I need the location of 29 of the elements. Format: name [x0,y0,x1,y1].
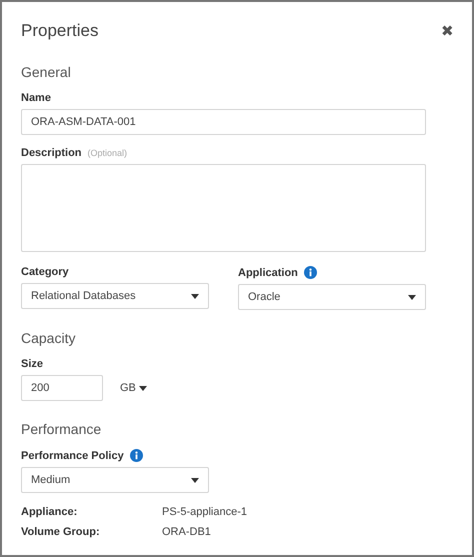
caret-icon [191,478,199,482]
description-field[interactable] [21,164,426,252]
application-dropdown[interactable]: Oracle [238,284,426,310]
field-label: Category [21,266,70,278]
policy-dropdown[interactable]: Medium [21,467,209,493]
field-label: Description [21,147,82,159]
optional-hint: (Optional) [88,148,128,158]
detail-value: PS-5-appliance-1 [162,506,248,518]
name-field[interactable]: ORA-ASM-DATA-001 [21,109,426,135]
field-label: Application [238,266,298,278]
detail-value: ORA-DB1 [162,526,212,538]
category-dropdown[interactable]: Relational Databases [21,283,209,309]
info-icon[interactable] [130,449,143,462]
caret-icon [138,386,147,390]
field-label: Size [21,358,44,370]
section-heading: General [21,64,72,80]
field-label: Name [21,92,52,104]
info-icon[interactable] [304,266,317,279]
dialog-title: Properties [21,21,98,41]
caret-icon [191,294,199,298]
section-heading: Performance [21,421,102,437]
unit-dropdown[interactable]: GB [120,382,147,394]
size-field[interactable]: 200 [21,375,103,401]
caret-icon [408,294,416,300]
detail-label: Appliance: [21,506,78,518]
close-button[interactable]: ✖ [441,24,454,38]
field-label: Performance Policy [21,450,124,462]
section-heading: Capacity [21,330,76,346]
detail-label: Volume Group: [21,526,101,538]
